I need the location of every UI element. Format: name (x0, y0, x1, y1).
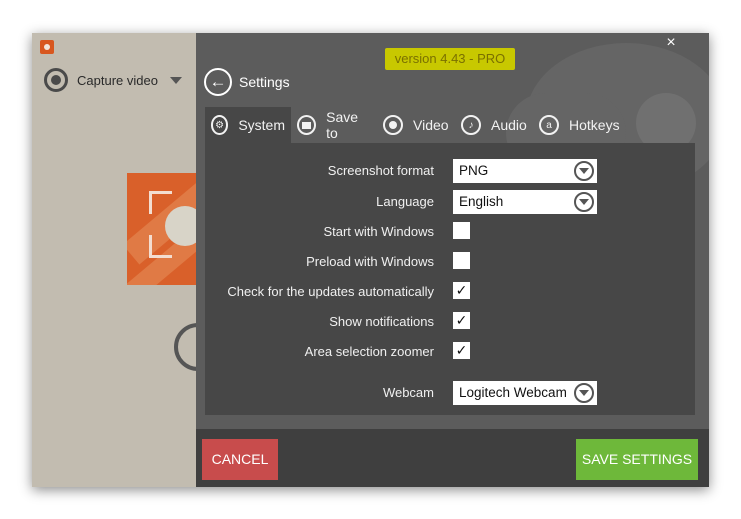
page-title: Settings (239, 74, 290, 90)
setting-label: Show notifications (329, 314, 434, 329)
tab-audio[interactable]: ♪ Audio (455, 107, 533, 143)
tab-label: Video (413, 117, 449, 133)
record-icon (383, 115, 403, 135)
settings-panel: × version 4.43 - PRO ← Settings ⚙ System… (196, 33, 709, 487)
setting-label: Start with Windows (323, 224, 434, 239)
tab-label: Save to (326, 109, 359, 141)
tab-label: Audio (491, 117, 527, 133)
back-arrow-icon[interactable]: ← (204, 68, 232, 96)
webcam-select[interactable]: Logitech Webcam (453, 381, 597, 405)
brand-logo (127, 173, 207, 285)
settings-footer: CANCEL SAVE SETTINGS (196, 429, 709, 487)
check-updates-checkbox[interactable]: ✓ (453, 282, 470, 299)
show-notifications-checkbox[interactable]: ✓ (453, 312, 470, 329)
capture-mode-dropdown[interactable]: Capture video (44, 68, 182, 92)
close-icon[interactable]: × (661, 34, 681, 54)
folder-icon (297, 115, 317, 135)
select-value: Logitech Webcam (459, 385, 567, 400)
setting-label: Webcam (382, 385, 434, 400)
settings-header: ← Settings (204, 68, 290, 96)
setting-label: Preload with Windows (306, 254, 434, 269)
setting-row-area-zoomer: Area selection zoomer ✓ (205, 340, 695, 364)
setting-label: Area selection zoomer (304, 344, 434, 359)
screenshot-format-select[interactable]: PNG (453, 159, 597, 183)
cancel-button[interactable]: CANCEL (202, 439, 278, 480)
select-value: English (459, 194, 504, 209)
setting-row-check-updates: Check for the updates automatically ✓ (205, 280, 695, 304)
chevron-down-icon (574, 192, 594, 212)
setting-row-webcam: Webcam Logitech Webcam (205, 381, 695, 405)
tab-video[interactable]: Video (377, 107, 455, 143)
tab-label: Hotkeys (569, 117, 620, 133)
app-logo-icon (40, 40, 54, 54)
tab-system[interactable]: ⚙ System (205, 107, 291, 143)
area-zoomer-checkbox[interactable]: ✓ (453, 342, 470, 359)
logo-corner (149, 191, 172, 214)
recorder-main-pane: Capture video (32, 33, 222, 487)
setting-row-preload-with-windows: Preload with Windows (205, 250, 695, 274)
gears-icon: ⚙ (211, 115, 229, 135)
settings-content: Screenshot format PNG Language English S… (205, 143, 695, 415)
chevron-down-icon (574, 383, 594, 403)
tab-hotkeys[interactable]: a Hotkeys (533, 107, 629, 143)
preload-with-windows-checkbox[interactable] (453, 252, 470, 269)
tab-save-to[interactable]: Save to (291, 107, 377, 143)
setting-label: Check for the updates automatically (227, 284, 434, 299)
capture-mode-label: Capture video (77, 72, 158, 88)
setting-row-start-with-windows: Start with Windows (205, 220, 695, 244)
setting-label: Language (376, 194, 434, 209)
keyboard-icon: a (539, 115, 559, 135)
chevron-down-icon (169, 76, 182, 84)
setting-row-language: Language English (205, 190, 695, 214)
speaker-icon: ♪ (461, 115, 481, 135)
chevron-down-icon (574, 161, 594, 181)
settings-tabs: ⚙ System Save to Video ♪ Audio a Hotkeys (205, 107, 629, 143)
record-icon (44, 68, 68, 92)
setting-label: Screenshot format (327, 163, 434, 178)
start-with-windows-checkbox[interactable] (453, 222, 470, 239)
save-settings-button[interactable]: SAVE SETTINGS (576, 439, 698, 480)
select-value: PNG (459, 163, 489, 178)
settings-window: Capture video × version 4.43 - PRO ← Set… (32, 33, 709, 487)
language-select[interactable]: English (453, 190, 597, 214)
tab-label: System (238, 117, 285, 133)
setting-row-show-notifications: Show notifications ✓ (205, 310, 695, 334)
version-label: version 4.43 - PRO (385, 48, 515, 70)
setting-row-screenshot-format: Screenshot format PNG (205, 159, 695, 183)
